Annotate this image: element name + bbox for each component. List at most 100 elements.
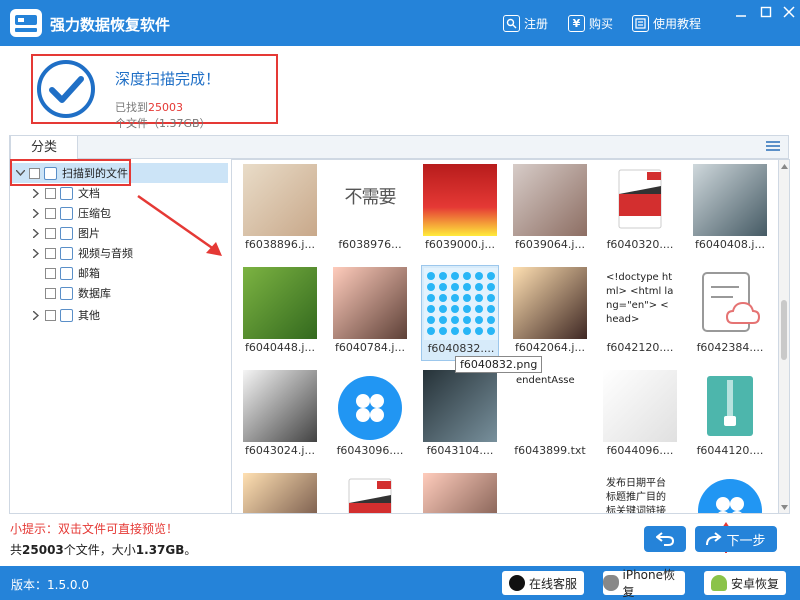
document-icon [60,186,73,200]
file-name: f6040408.j... [695,238,765,251]
file-name: f6043096.... [336,444,404,457]
file-thumbnail[interactable]: f6039064.j... [511,162,589,258]
file-thumbnail[interactable]: f6040784.j... [331,265,409,361]
chevron-right-icon[interactable] [30,227,42,239]
file-thumbnail[interactable] [331,471,409,513]
file-thumbnail[interactable]: f6038896.j... [241,162,319,258]
scroll-down-icon[interactable] [779,501,789,513]
chevron-right-icon[interactable] [30,309,42,321]
file-name: f6042384.... [696,341,764,354]
tutorial-link[interactable]: 使用教程 [632,14,701,32]
file-thumbnail[interactable]: f6040832.... [421,265,499,361]
tree-item-label: 文档 [78,187,100,200]
back-button[interactable] [644,526,686,552]
file-thumbnail[interactable]: f6040448.j... [241,265,319,361]
scroll-thumb[interactable] [781,300,787,360]
online-support-button[interactable]: 在线客服 [502,571,584,595]
file-thumbnail[interactable]: f6042384.... [691,265,769,361]
app-title: 强力数据恢复软件 [50,16,171,34]
register-link[interactable]: 注册 [503,14,548,32]
tree-item[interactable]: 其他 [28,305,228,325]
archive-icon [60,206,73,220]
minimize-button[interactable] [728,0,754,24]
file-preview [513,473,587,513]
close-button[interactable] [776,0,800,24]
file-thumbnail[interactable] [511,471,589,513]
android-recovery-button[interactable]: 安卓恢复 [704,571,786,595]
file-name: f6038976... [338,238,402,251]
file-preview: 发布日期平台标题推广目的标关键词链接账号发布人报备人 [603,473,677,514]
app-logo-thumb-icon [338,376,402,440]
file-thumbnail[interactable]: f6042064.j... [511,265,589,361]
title-bar: 强力数据恢复软件 注册 ¥ 购买 使用教程 [0,0,800,46]
chevron-right-icon[interactable] [30,247,42,259]
file-thumbnail[interactable] [241,471,319,513]
chevron-right-icon[interactable] [30,207,42,219]
tab-category[interactable]: 分类 [10,135,78,160]
summary-prefix: 共 [10,543,23,557]
register-icon [503,14,520,32]
file-thumbnail[interactable] [421,471,499,513]
app-logo-icon [10,9,42,37]
file-thumbnail[interactable]: f6044096.... [601,368,679,464]
scroll-up-icon[interactable] [779,160,789,172]
chevron-right-icon[interactable] [30,187,42,199]
file-name: f6042064.j... [515,341,585,354]
back-arrow-icon [656,532,674,546]
android-icon [710,575,727,591]
tree-checkbox[interactable] [45,227,56,239]
iphone-recovery-button[interactable]: iPhone恢复 [603,568,685,599]
tree-item-label: 视频与音频 [78,247,133,260]
app-logo-thumb-icon [698,479,762,513]
view-menu-icon[interactable] [766,141,780,153]
tree-item[interactable]: 邮箱 [28,263,228,283]
file-thumbnail[interactable]: f6039000.j... [421,162,499,258]
annotation-arrow-icon [137,194,222,256]
file-preview [693,164,767,236]
tree-item[interactable]: 数据库 [28,283,228,303]
found-prefix: 已找到 [115,101,148,114]
tree-checkbox[interactable] [45,187,56,199]
next-step-label: 下一步 [726,533,766,549]
file-thumbnail[interactable]: 发布日期平台标题推广目的标关键词链接账号发布人报备人 [601,471,679,514]
more-icon [60,308,73,322]
file-thumbnail[interactable] [691,471,769,513]
file-thumbnail[interactable]: f6040320.... [601,162,679,258]
file-thumbnail[interactable]: f6040408.j... [691,162,769,258]
grid-scrollbar[interactable] [779,159,790,514]
file-thumbnail[interactable]: f6044120.... [691,368,769,464]
check-circle-icon [37,60,95,118]
file-preview [513,267,587,339]
tree-checkbox[interactable] [45,287,56,299]
file-name: f6040320.... [606,238,674,251]
tree-checkbox[interactable] [45,207,56,219]
tutorial-label: 使用教程 [653,16,702,31]
file-thumbnail[interactable]: f6043024.j... [241,368,319,464]
tip-text: 小提示：双击文件可直接预览！ [10,522,179,536]
file-thumbnail[interactable]: f6043096.... [331,368,409,464]
file-name: f6039064.j... [515,238,585,251]
maximize-icon [760,6,772,18]
file-name: f6043104.... [426,444,494,457]
file-thumbnail[interactable]: <!doctype html> <html lang="en"> <head> f… [601,265,679,361]
file-thumbnail[interactable]: endentAsse f6043899.txt [511,368,589,464]
file-preview-text: 发布日期平台标题推广目的标关键词链接账号发布人报备人 [606,478,666,514]
next-step-button[interactable]: 下一步 [695,526,777,552]
forward-arrow-icon [706,532,723,546]
file-preview [693,267,767,339]
buy-link[interactable]: ¥ 购买 [568,14,613,32]
file-preview [333,267,407,339]
tree-checkbox[interactable] [45,267,56,279]
file-preview [603,164,677,236]
tree-checkbox[interactable] [45,309,56,321]
scan-status-title: 深度扫描完成！ [115,70,221,88]
file-name: f6040784.j... [335,341,405,354]
file-thumbnail[interactable]: f6043104.... [421,368,499,464]
file-preview [423,164,497,236]
summary-mid: 个文件，大小 [63,543,136,557]
file-preview [423,473,497,513]
tree-checkbox[interactable] [45,247,56,259]
file-thumbnail[interactable]: 不需要 f6038976... [331,162,409,258]
app-window: 强力数据恢复软件 注册 ¥ 购买 使用教程 深度扫描完成！ 已找到25003个文… [0,0,800,600]
